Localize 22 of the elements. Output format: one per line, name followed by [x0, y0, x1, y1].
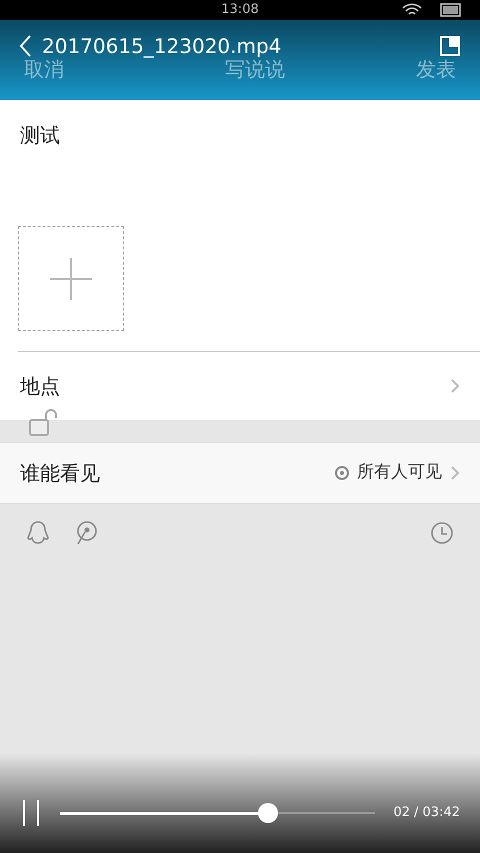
- total-time: / 03:42: [414, 804, 460, 822]
- clock-icon[interactable]: [430, 521, 454, 545]
- plus-icon: [50, 258, 92, 300]
- penguin-icon[interactable]: [26, 520, 50, 546]
- post-text[interactable]: 测试: [0, 100, 480, 226]
- back-icon[interactable]: [18, 34, 32, 58]
- seek-thumb[interactable]: [258, 803, 278, 823]
- location-row[interactable]: 地点: [0, 352, 480, 420]
- chevron-right-icon: [450, 378, 460, 394]
- location-pin-icon[interactable]: [74, 520, 98, 546]
- wifi-icon: [402, 3, 422, 17]
- visibility-row[interactable]: 谁能看见 所有人可见: [0, 442, 480, 504]
- elapsed-time: 02: [393, 804, 410, 822]
- pause-button[interactable]: [20, 800, 42, 826]
- video-title: 20170615_123020.mp4: [42, 36, 282, 56]
- chevron-right-icon: [450, 465, 460, 481]
- globe-icon: [335, 466, 349, 480]
- header-title: 写说说: [225, 57, 285, 83]
- pause-icon: [20, 800, 41, 826]
- window-icon[interactable]: [440, 36, 460, 56]
- status-time: 13:08: [221, 1, 259, 20]
- battery-icon: [440, 3, 462, 17]
